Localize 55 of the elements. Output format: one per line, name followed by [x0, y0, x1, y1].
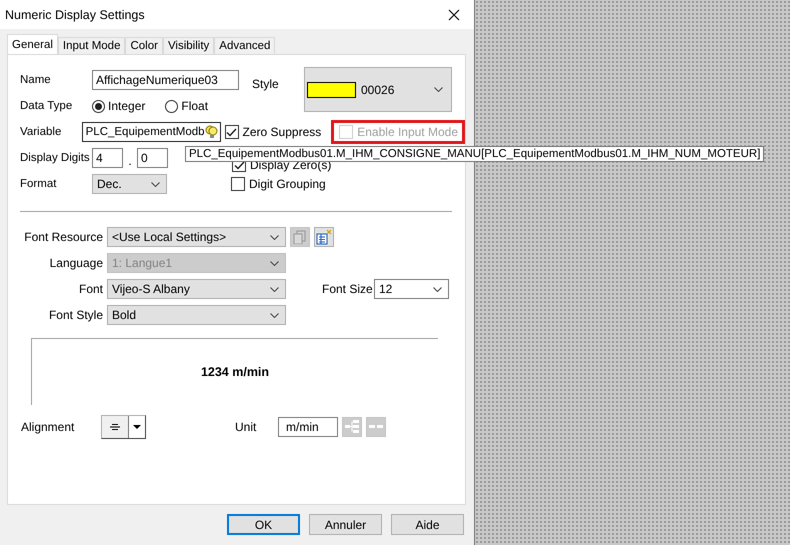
tab[interactable]: General: [7, 34, 58, 54]
tab[interactable]: Input Mode: [58, 37, 126, 54]
check-icon: [234, 160, 244, 170]
alignment-button[interactable]: [101, 415, 146, 439]
decimals-field[interactable]: 0: [137, 148, 168, 168]
dialog-button[interactable]: Aide: [391, 514, 464, 535]
radio-button[interactable]: Integer: [92, 99, 146, 113]
decimal-separator: .: [127, 153, 133, 168]
dialog-button[interactable]: OK: [227, 514, 300, 535]
field-label: Font Resource: [23, 230, 104, 244]
field-label: Font Style: [48, 308, 104, 322]
preview-text: 1234 m/min: [200, 365, 270, 379]
chevron-icon: [270, 260, 279, 266]
dropdown[interactable]: 12: [374, 279, 449, 299]
name-field[interactable]: AffichageNumerique03: [92, 70, 239, 90]
chevron-icon: [433, 286, 442, 292]
field-label: Alignment: [20, 420, 76, 434]
field-label: Style: [252, 77, 280, 93]
field-label: Data Type: [20, 100, 74, 112]
field-label: Font Size: [322, 282, 374, 296]
chevron-icon: [270, 286, 279, 292]
digits-field[interactable]: 4: [92, 148, 123, 168]
field-label: Unit: [235, 420, 258, 434]
tab[interactable]: Advanced: [214, 37, 276, 54]
chevron-icon: [270, 234, 279, 240]
chevron-icon: [151, 182, 160, 186]
align-center-icon: [110, 424, 120, 430]
field-label: Name: [20, 74, 52, 86]
chevron-icon: [270, 312, 279, 318]
field-label: Format: [20, 178, 58, 190]
chevron-icon: [434, 87, 443, 92]
variable-field[interactable]: PLC_EquipementModb: [82, 122, 221, 142]
dropdown[interactable]: Vijeo-S Albany: [107, 279, 286, 299]
dropdown-arrow-icon: [133, 425, 141, 429]
style-dropdown[interactable]: 00026: [304, 67, 452, 112]
window-title: Numeric Display Settings: [5, 8, 145, 22]
tab[interactable]: Visibility: [162, 37, 214, 54]
lightbulb-icon[interactable]: [204, 125, 218, 139]
check-icon: [226, 128, 238, 136]
table-icon[interactable]: [314, 227, 334, 247]
field-label: Display Digits: [20, 152, 91, 164]
checkbox[interactable]: Digit Grouping: [231, 177, 326, 191]
dropdown[interactable]: <Use Local Settings>: [107, 227, 286, 247]
field-label: Language: [48, 256, 104, 270]
dropdown[interactable]: Dec.: [92, 174, 167, 194]
dialog-button[interactable]: Annuler: [309, 514, 382, 535]
tab[interactable]: Color: [125, 37, 163, 54]
unit-field[interactable]: m/min: [278, 417, 338, 437]
checkbox[interactable]: Zero Suppress: [224, 125, 322, 139]
tooltip: PLC_EquipementModbus01.M_IHM_CONSIGNE_MANU[PLC_EquipementModbus01.M_IHM_NUM_MOTEUR]: [185, 146, 764, 162]
close-icon[interactable]: [448, 8, 460, 20]
field-label: Variable: [20, 126, 62, 138]
field-label: Font: [78, 282, 104, 296]
dropdown[interactable]: Bold: [107, 305, 286, 325]
radio-button[interactable]: Float: [165, 99, 208, 113]
